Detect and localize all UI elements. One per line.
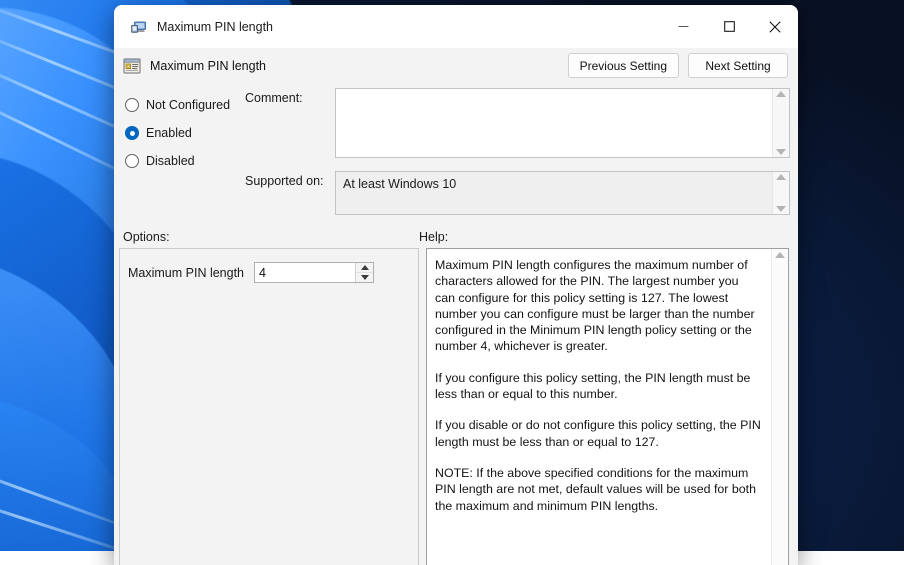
supported-on-label: Supported on: bbox=[245, 158, 335, 188]
state-radio-group: Not Configured Enabled Disabled bbox=[114, 88, 245, 218]
radio-disabled[interactable]: Disabled bbox=[125, 147, 245, 175]
radio-enabled[interactable]: Enabled bbox=[125, 119, 245, 147]
next-setting-button[interactable]: Next Setting bbox=[688, 53, 788, 78]
radio-label: Not Configured bbox=[146, 98, 230, 112]
stepper-buttons[interactable] bbox=[355, 263, 373, 282]
pane-labels-row: Options: Help: bbox=[114, 218, 798, 248]
scroll-up-icon[interactable] bbox=[776, 174, 786, 180]
comment-value[interactable] bbox=[336, 89, 772, 157]
window-title: Maximum PIN length bbox=[157, 20, 273, 34]
policy-setting-icon bbox=[131, 19, 147, 35]
comment-scrollbar[interactable] bbox=[772, 89, 789, 157]
max-pin-length-input[interactable]: 4 bbox=[255, 263, 355, 282]
max-pin-length-label: Maximum PIN length bbox=[128, 266, 244, 280]
scroll-up-icon[interactable] bbox=[775, 252, 785, 258]
supported-on-row: Supported on: At least Windows 10 bbox=[245, 158, 790, 215]
radio-icon bbox=[125, 98, 139, 112]
help-paragraph: NOTE: If the above specified conditions … bbox=[435, 465, 761, 514]
scroll-down-icon[interactable] bbox=[776, 206, 786, 212]
pane-divider bbox=[419, 248, 426, 565]
help-paragraph: If you configure this policy setting, th… bbox=[435, 370, 761, 403]
radio-label: Disabled bbox=[146, 154, 195, 168]
scroll-down-icon[interactable] bbox=[776, 149, 786, 155]
title-bar[interactable]: Maximum PIN length bbox=[114, 5, 798, 48]
help-label: Help: bbox=[419, 230, 448, 244]
supported-on-value: At least Windows 10 bbox=[336, 172, 772, 214]
help-scrollbar[interactable] bbox=[771, 249, 788, 565]
stepper-up-button[interactable] bbox=[356, 263, 373, 273]
maximize-button[interactable] bbox=[706, 5, 752, 48]
help-paragraph: If you disable or do not configure this … bbox=[435, 417, 761, 450]
radio-not-configured[interactable]: Not Configured bbox=[125, 91, 245, 119]
setting-title: Maximum PIN length bbox=[150, 59, 266, 73]
comment-row: Comment: bbox=[245, 88, 790, 158]
options-pane: Maximum PIN length 4 bbox=[119, 248, 419, 565]
policy-setting-window: Maximum PIN length Maximum PIN length Pr… bbox=[114, 5, 798, 565]
previous-setting-button[interactable]: Previous Setting bbox=[568, 53, 679, 78]
chevron-down-icon bbox=[361, 275, 369, 280]
stepper-down-button[interactable] bbox=[356, 273, 373, 282]
help-pane: Maximum PIN length configures the maximu… bbox=[426, 248, 789, 565]
supported-on-field: At least Windows 10 bbox=[335, 171, 790, 215]
supported-on-scrollbar[interactable] bbox=[772, 172, 789, 214]
help-paragraph: Maximum PIN length configures the maximu… bbox=[435, 257, 761, 355]
group-policy-setting-icon bbox=[123, 57, 141, 75]
comment-field[interactable] bbox=[335, 88, 790, 158]
radio-icon bbox=[125, 126, 139, 140]
setting-fields: Comment: Supported on: At least Windows … bbox=[245, 88, 798, 218]
comment-label: Comment: bbox=[245, 88, 335, 105]
close-button[interactable] bbox=[752, 5, 798, 48]
max-pin-length-stepper[interactable]: 4 bbox=[254, 262, 374, 283]
setting-header: Maximum PIN length Previous Setting Next… bbox=[114, 48, 798, 83]
max-pin-length-option: Maximum PIN length 4 bbox=[128, 262, 418, 283]
radio-label: Enabled bbox=[146, 126, 192, 140]
scroll-up-icon[interactable] bbox=[776, 91, 786, 97]
chevron-up-icon bbox=[361, 265, 369, 270]
minimize-button[interactable] bbox=[660, 5, 706, 48]
setting-state-section: Not Configured Enabled Disabled Comment: bbox=[114, 83, 798, 218]
options-label: Options: bbox=[114, 230, 419, 244]
help-text: Maximum PIN length configures the maximu… bbox=[427, 249, 771, 565]
radio-icon bbox=[125, 154, 139, 168]
panes-container: Maximum PIN length 4 Maximum bbox=[114, 248, 798, 565]
